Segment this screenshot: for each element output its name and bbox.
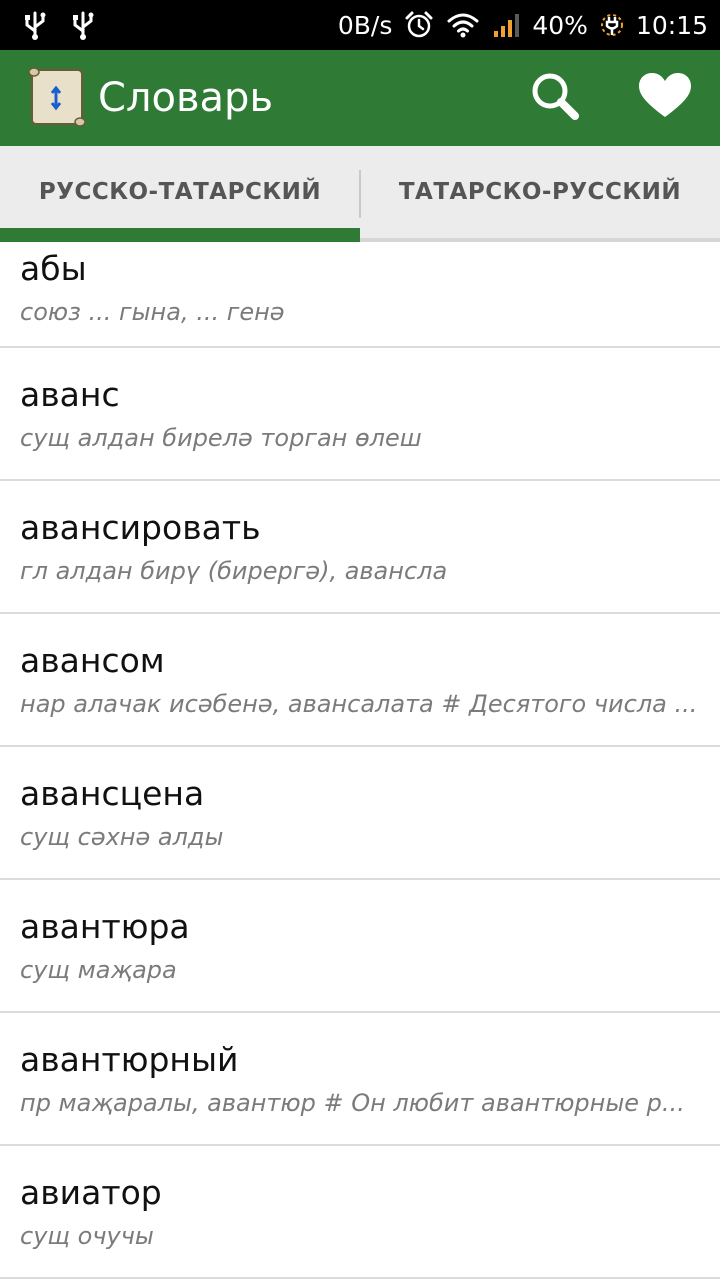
entry-word: авансировать xyxy=(20,508,261,547)
entry-definition: нар алачак исәбенә, авансалата # Десятог… xyxy=(20,690,698,718)
tab-tatar-russian[interactable]: ТАТАРСКО-РУССКИЙ xyxy=(360,146,720,238)
list-item[interactable]: авансом нар алачак исәбенә, авансалата #… xyxy=(0,614,720,747)
search-icon xyxy=(529,70,581,126)
entry-definition: пр маҗаралы, авантюр # Он любит авантюрн… xyxy=(20,1089,685,1117)
entry-word: аванс xyxy=(20,375,120,414)
entry-word: авантюрный xyxy=(20,1040,239,1079)
app-logo-icon[interactable] xyxy=(22,64,90,132)
list-item[interactable]: авансцена сущ сәхнә алды xyxy=(0,747,720,880)
status-bar: 0B/s 40% 10:15 xyxy=(0,0,720,50)
alarm-icon xyxy=(404,10,434,40)
entry-definition: гл алдан бирү (бирергә), авансла xyxy=(20,557,448,585)
battery-charging-icon xyxy=(600,9,624,41)
entry-definition: сущ очучы xyxy=(20,1222,154,1250)
usb-icon xyxy=(70,9,96,41)
entry-definition: сущ сәхнә алды xyxy=(20,823,224,851)
app-title: Словарь xyxy=(98,75,274,121)
clock: 10:15 xyxy=(635,10,708,40)
list-item[interactable]: авантюрный пр маҗаралы, авантюр # Он люб… xyxy=(0,1013,720,1146)
list-item[interactable]: авансировать гл алдан бирү (бирергә), ав… xyxy=(0,481,720,614)
dictionary-tabs: РУССКО-ТАТАРСКИЙ ТАТАРСКО-РУССКИЙ xyxy=(0,146,720,242)
entry-word: авансцена xyxy=(20,774,205,813)
list-item[interactable]: аванс сущ алдан бирелә торган өлеш xyxy=(0,348,720,481)
list-item[interactable]: авиатор сущ очучы xyxy=(0,1146,720,1279)
entry-word: абы xyxy=(20,248,87,288)
usb-icon xyxy=(22,9,48,41)
wifi-icon xyxy=(446,11,480,39)
entry-definition: сущ маҗара xyxy=(20,956,177,984)
heart-icon xyxy=(639,73,691,123)
word-list[interactable]: абы союз ... гына, ... генә аванс сущ ал… xyxy=(0,242,720,1280)
search-button[interactable] xyxy=(500,50,610,146)
list-item[interactable]: авантюра сущ маҗара xyxy=(0,880,720,1013)
entry-definition: сущ алдан бирелә торган өлеш xyxy=(20,424,422,452)
entry-word: авансом xyxy=(20,641,165,680)
net-speed: 0B/s xyxy=(337,10,393,40)
entry-definition: союз ... гына, ... генә xyxy=(20,297,285,326)
favorites-button[interactable] xyxy=(610,50,720,146)
entry-word: авантюра xyxy=(20,907,190,946)
list-item[interactable]: абы союз ... гына, ... генә xyxy=(0,242,720,348)
signal-icon xyxy=(492,11,520,39)
battery-percent: 40% xyxy=(532,10,588,40)
app-bar: Словарь xyxy=(0,50,720,146)
tab-russian-tatar[interactable]: РУССКО-ТАТАРСКИЙ xyxy=(0,146,360,242)
entry-word: авиатор xyxy=(20,1173,162,1212)
